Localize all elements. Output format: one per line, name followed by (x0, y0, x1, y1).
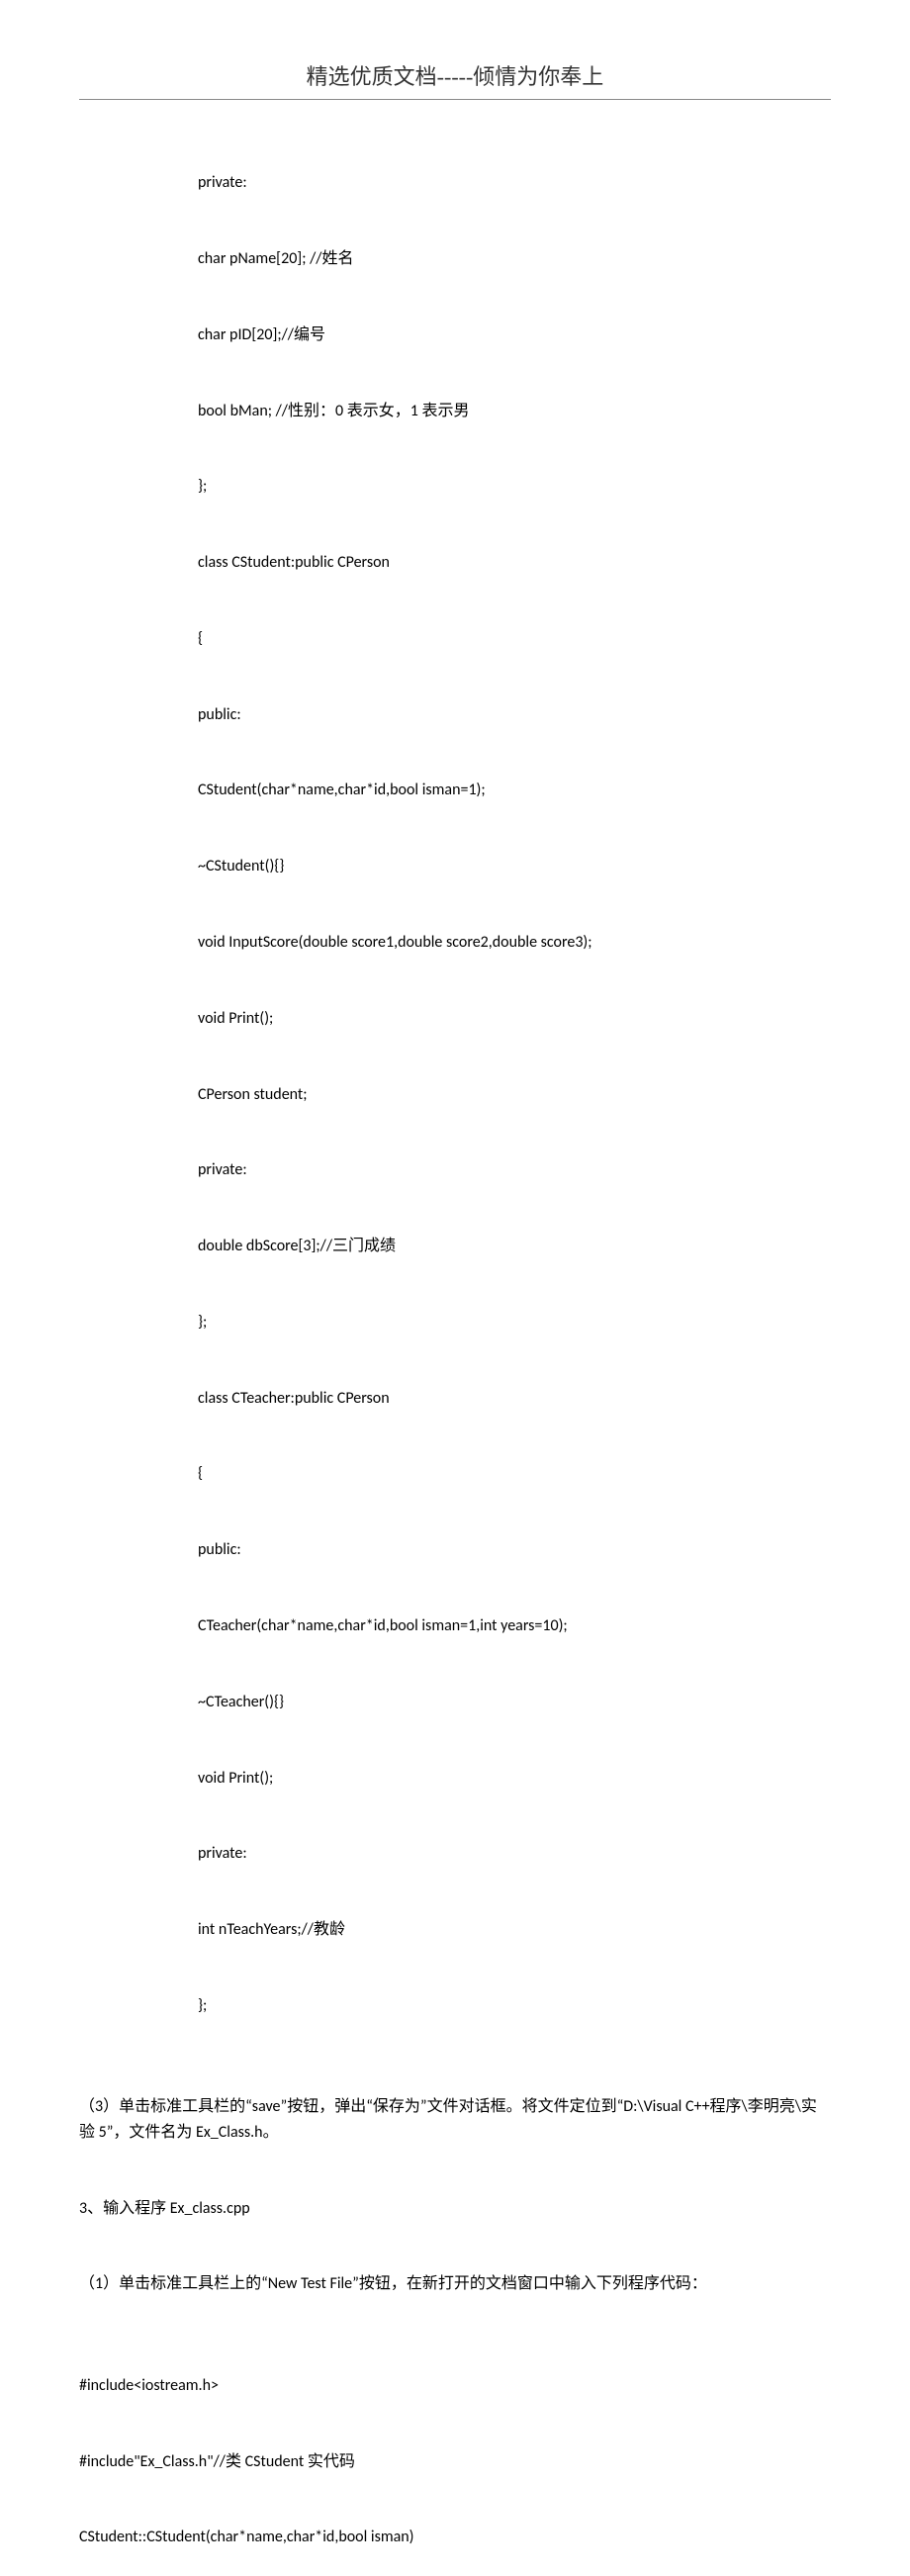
code-line: private: (79, 1157, 831, 1183)
code-line: }; (79, 1310, 831, 1335)
code-line: CTeacher(char*name,char*id,bool isman=1,… (79, 1613, 831, 1639)
code-content: private: char pName[20]; //姓名 char pID[2… (79, 120, 831, 2576)
code-line: public: (79, 1537, 831, 1563)
code-line: private: (79, 1841, 831, 1867)
code-line: { (79, 626, 831, 652)
code-line: private: (79, 170, 831, 196)
code-line: }; (79, 1993, 831, 2019)
code-line: char pID[20];//编号 (79, 322, 831, 348)
code-line: double dbScore[3];//三门成绩 (79, 1234, 831, 1259)
code-line: CStudent::CStudent(char*name,char*id,boo… (79, 2525, 831, 2550)
prose-text: （1）单击标准工具栏上的“New Test File”按钮，在新打开的文档窗口中… (79, 2271, 831, 2297)
code-line: ~CStudent(){} (79, 854, 831, 879)
code-line: public: (79, 702, 831, 728)
code-line: { (79, 1461, 831, 1487)
page-header: 精选优质文档-----倾情为你奉上 (79, 59, 831, 100)
code-line: void Print(); (79, 1006, 831, 1032)
code-line: class CTeacher:public CPerson (79, 1386, 831, 1412)
prose-text: 3、输入程序 Ex_class.cpp (79, 2196, 831, 2222)
code-line: #include<iostream.h> (79, 2373, 831, 2399)
prose-text: （3）单击标准工具栏的“save”按钮，弹出“保存为”文件对话框。将文件定位到“… (79, 2094, 831, 2145)
code-line: char pName[20]; //姓名 (79, 246, 831, 272)
code-line: CStudent(char*name,char*id,bool isman=1)… (79, 778, 831, 803)
code-line: CPerson student; (79, 1082, 831, 1108)
code-line: ~CTeacher(){} (79, 1690, 831, 1715)
code-line: void InputScore(double score1,double sco… (79, 930, 831, 956)
document-page: 精选优质文档-----倾情为你奉上 private: char pName[20… (0, 0, 910, 2576)
code-line: class CStudent:public CPerson (79, 550, 831, 576)
code-line: #include"Ex_Class.h"//类 CStudent 实代码 (79, 2449, 831, 2475)
code-line: void Print(); (79, 1766, 831, 1792)
code-line: }; (79, 474, 831, 500)
code-line: bool bMan; //性别：0 表示女，1 表示男 (79, 399, 831, 424)
code-line: int nTeachYears;//教龄 (79, 1917, 831, 1943)
